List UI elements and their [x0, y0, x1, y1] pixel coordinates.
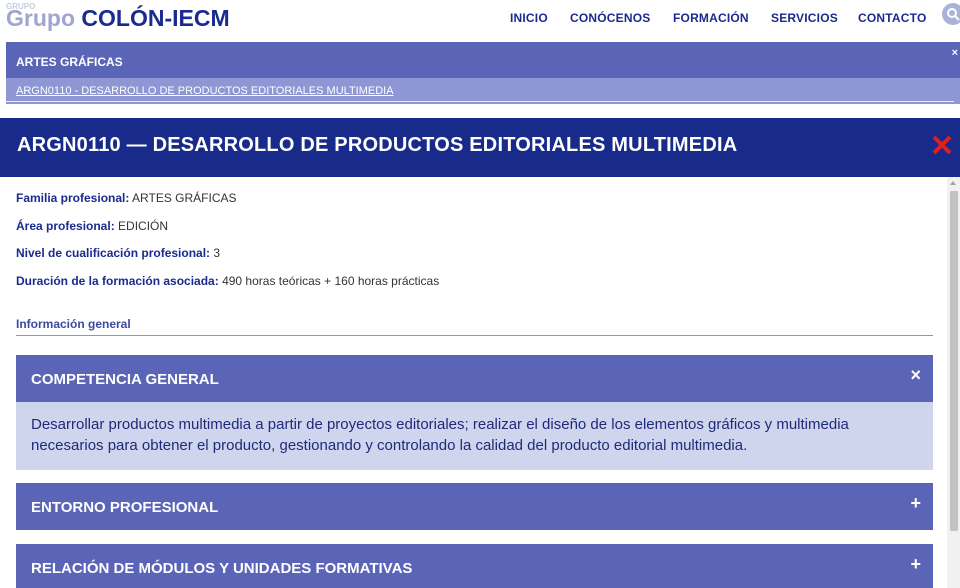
accordion-entorno-profesional: ENTORNO PROFESIONAL +: [16, 483, 933, 530]
breadcrumb-divider: [6, 101, 954, 102]
course-title-bar: ARGN0110 — DESARROLLO DE PRODUCTOS EDITO…: [0, 118, 960, 177]
detail-duracion: Duración de la formación asociada: 490 h…: [16, 274, 439, 288]
breadcrumb-link[interactable]: ARGN0110 - DESARROLLO DE PRODUCTOS EDITO…: [16, 85, 394, 97]
expand-icon[interactable]: +: [910, 554, 921, 574]
detail-label: Nivel de cualificación profesional:: [16, 246, 211, 260]
detail-familia: Familia profesional: ARTES GRÁFICAS: [16, 191, 237, 205]
breadcrumb-close-icon[interactable]: ×: [952, 47, 958, 59]
detail-label: Duración de la formación asociada:: [16, 274, 219, 288]
accordion-title: ENTORNO PROFESIONAL: [31, 499, 219, 516]
accordion-header[interactable]: COMPETENCIA GENERAL ×: [16, 355, 933, 402]
breadcrumb-subrow: ARGN0110 - DESARROLLO DE PRODUCTOS EDITO…: [6, 78, 960, 104]
accordion-body: Desarrollar productos multimedia a parti…: [16, 402, 933, 470]
page-title: ARGN0110 — DESARROLLO DE PRODUCTOS EDITO…: [17, 134, 738, 156]
detail-nivel: Nivel de cualificación profesional: 3: [16, 246, 220, 260]
accordion-relacion-modulos: RELACIÓN DE MÓDULOS Y UNIDADES FORMATIVA…: [16, 544, 933, 588]
expand-icon[interactable]: +: [910, 493, 921, 513]
breadcrumb-heading[interactable]: ARTES GRÁFICAS: [16, 55, 123, 69]
accordion-title: RELACIÓN DE MÓDULOS Y UNIDADES FORMATIVA…: [31, 560, 413, 577]
detail-value: ARTES GRÁFICAS: [132, 191, 237, 205]
main-nav: INICIO CONÓCENOS FORMACIÓN SERVICIOS CON…: [0, 11, 960, 27]
accordion-competencia-general: COMPETENCIA GENERAL × Desarrollar produc…: [16, 355, 933, 470]
detail-area: Área profesional: EDICIÓN: [16, 219, 168, 233]
nav-item-inicio[interactable]: INICIO: [510, 11, 548, 25]
search-button[interactable]: [942, 3, 960, 25]
scroll-up-arrow-icon[interactable]: [950, 181, 956, 185]
search-icon: [947, 8, 960, 21]
scrollbar[interactable]: [947, 177, 960, 588]
nav-item-contacto[interactable]: CONTACTO: [858, 11, 927, 25]
nav-item-formacion[interactable]: FORMACIÓN: [673, 11, 749, 25]
accordion-title: COMPETENCIA GENERAL: [31, 371, 219, 388]
close-icon[interactable]: [930, 133, 954, 157]
collapse-icon[interactable]: ×: [910, 365, 921, 385]
section-divider: [16, 335, 933, 336]
breadcrumb-panel: ARTES GRÁFICAS × ARGN0110 - DESARROLLO D…: [6, 42, 960, 104]
detail-value: 490 horas teóricas + 160 horas prácticas: [222, 274, 440, 288]
top-header: GRUPO Grupo COLÓN-IECM INICIO CONÓCENOS …: [0, 0, 960, 36]
section-label: Información general: [16, 317, 131, 331]
detail-value: 3: [213, 246, 221, 260]
course-content: Familia profesional: ARTES GRÁFICAS Área…: [0, 177, 947, 588]
accordion-header[interactable]: RELACIÓN DE MÓDULOS Y UNIDADES FORMATIVA…: [16, 544, 933, 588]
detail-value: EDICIÓN: [118, 219, 169, 233]
nav-item-servicios[interactable]: SERVICIOS: [771, 11, 838, 25]
detail-label: Familia profesional:: [16, 191, 130, 205]
accordion-header[interactable]: ENTORNO PROFESIONAL +: [16, 483, 933, 530]
detail-label: Área profesional:: [16, 219, 115, 233]
scrollbar-thumb[interactable]: [950, 191, 958, 531]
nav-item-conocenos[interactable]: CONÓCENOS: [570, 11, 650, 25]
